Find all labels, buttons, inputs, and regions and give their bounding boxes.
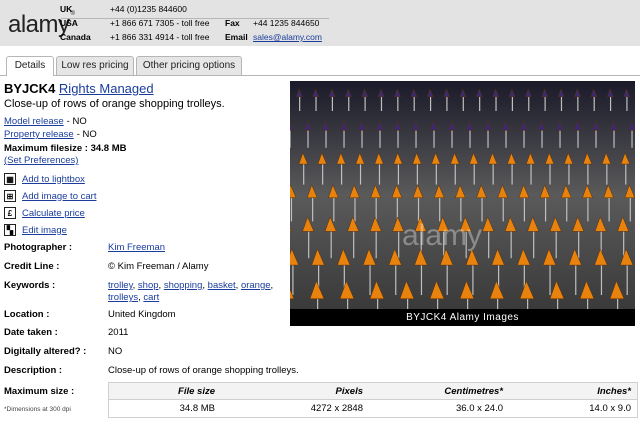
- email-link[interactable]: sales@alamy.com: [253, 32, 322, 42]
- property-release: Property release - NO: [4, 129, 97, 140]
- keywords-list: trolley, shop, shopping, basket, orange,…: [108, 280, 274, 303]
- cart-icon: ⊞: [4, 190, 16, 202]
- contact-row-canada: Canada +1 866 331 4914 - toll free Email…: [60, 30, 322, 44]
- model-release: Model release - NO: [4, 116, 87, 127]
- tab-low-res-pricing[interactable]: Low res pricing: [56, 56, 134, 75]
- edit-image-action[interactable]: ▚ Edit image: [4, 223, 67, 237]
- fax-label: Fax: [225, 18, 240, 28]
- header-centimetres: Centimetres*: [444, 385, 503, 397]
- location-value: United Kingdom: [108, 309, 176, 320]
- tabs-baseline: [0, 75, 640, 76]
- keyword-link[interactable]: trolley: [108, 280, 133, 291]
- inches-value: 14.0 x 9.0: [589, 403, 631, 414]
- header-pixels: Pixels: [335, 385, 363, 397]
- license-link[interactable]: Rights Managed: [59, 81, 154, 96]
- watermark: alamy: [402, 219, 483, 252]
- region-label: Canada: [60, 32, 91, 42]
- image-subtitle: Close-up of rows of orange shopping trol…: [4, 98, 225, 110]
- model-release-link[interactable]: Model release: [4, 116, 64, 127]
- add-to-lightbox-link[interactable]: Add to lightbox: [22, 174, 85, 185]
- trolleys-photo: [290, 81, 635, 326]
- tab-details[interactable]: Details: [6, 56, 54, 76]
- image-caption: BYJCK4 Alamy Images: [290, 309, 635, 326]
- credit-line-label: Credit Line :: [4, 261, 60, 272]
- date-taken-value: 2011: [108, 327, 129, 338]
- credit-line-value: © Kim Freeman / Alamy: [108, 261, 209, 272]
- edit-image-link[interactable]: Edit image: [22, 225, 67, 236]
- image-id: BYJCK4: [4, 81, 56, 96]
- model-release-value: - NO: [66, 116, 87, 127]
- phone-number: +1 866 671 7305 - toll free: [110, 18, 210, 28]
- file-size-value: 34.8 MB: [179, 403, 215, 414]
- set-preferences-link[interactable]: (Set Preferences): [4, 155, 78, 166]
- keyword-link[interactable]: shop: [138, 280, 159, 291]
- property-release-value: - NO: [76, 129, 97, 140]
- contact-info: UK +44 (0)1235 844600 USA +1 866 671 730…: [60, 2, 322, 44]
- centimetres-value: 36.0 x 24.0: [455, 403, 503, 414]
- fax-number: +44 1235 844650: [253, 18, 320, 28]
- photographer-link[interactable]: Kim Freeman: [108, 242, 165, 253]
- size-table-header: File size Pixels Centimetres* Inches*: [108, 382, 638, 400]
- keyword-link[interactable]: cart: [143, 292, 159, 303]
- keyword-link[interactable]: shopping: [164, 280, 203, 291]
- tab-other-pricing-options[interactable]: Other pricing options: [136, 56, 242, 75]
- maximum-size-label: Maximum size :: [4, 386, 75, 397]
- keyword-link[interactable]: orange: [241, 280, 271, 291]
- photographer-label: Photographer :: [4, 242, 73, 253]
- keyword-link[interactable]: trolleys: [108, 292, 138, 303]
- location-label: Location :: [4, 309, 50, 320]
- size-table-row: 34.8 MB 4272 x 2848 36.0 x 24.0 14.0 x 9…: [108, 400, 638, 418]
- date-taken-label: Date taken :: [4, 327, 58, 338]
- image-title: BYJCK4 Rights Managed: [4, 81, 154, 96]
- digitally-altered-value: NO: [108, 346, 123, 357]
- add-to-cart-action[interactable]: ⊞ Add image to cart: [4, 189, 96, 203]
- header-divider: [61, 18, 329, 19]
- image-preview[interactable]: alamy BYJCK4 Alamy Images: [290, 81, 635, 326]
- phone-number: +44 (0)1235 844600: [110, 4, 187, 14]
- digitally-altered-label: Digitally altered? :: [4, 346, 87, 357]
- description-value: Close-up of rows of orange shopping trol…: [108, 365, 299, 376]
- lightbox-icon: ▦: [4, 173, 16, 185]
- pound-icon: £: [4, 207, 16, 219]
- keyword-link[interactable]: basket: [208, 280, 236, 291]
- property-release-link[interactable]: Property release: [4, 129, 74, 140]
- keywords-label: Keywords :: [4, 280, 56, 291]
- phone-number: +1 866 331 4914 - toll free: [110, 32, 210, 42]
- region-label: USA: [60, 18, 78, 28]
- region-label: UK: [60, 4, 73, 14]
- description-label: Description :: [4, 365, 63, 376]
- pixels-value: 4272 x 2848: [310, 403, 363, 414]
- add-to-cart-link[interactable]: Add image to cart: [22, 191, 96, 202]
- email-label: Email: [225, 32, 248, 42]
- contact-row-uk: UK +44 (0)1235 844600: [60, 2, 322, 16]
- calculate-price-action[interactable]: £ Calculate price: [4, 206, 85, 220]
- header-inches: Inches*: [597, 385, 631, 397]
- edit-image-icon: ▚: [4, 224, 16, 236]
- max-filesize: Maximum filesize : 34.8 MB: [4, 143, 127, 154]
- site-header: alamy® UK +44 (0)1235 844600 USA +1 866 …: [0, 0, 640, 46]
- add-to-lightbox-action[interactable]: ▦ Add to lightbox: [4, 172, 85, 186]
- header-file-size: File size: [178, 385, 215, 397]
- dimensions-note: *Dimensions at 300 dpi: [4, 406, 71, 413]
- calculate-price-link[interactable]: Calculate price: [22, 208, 85, 219]
